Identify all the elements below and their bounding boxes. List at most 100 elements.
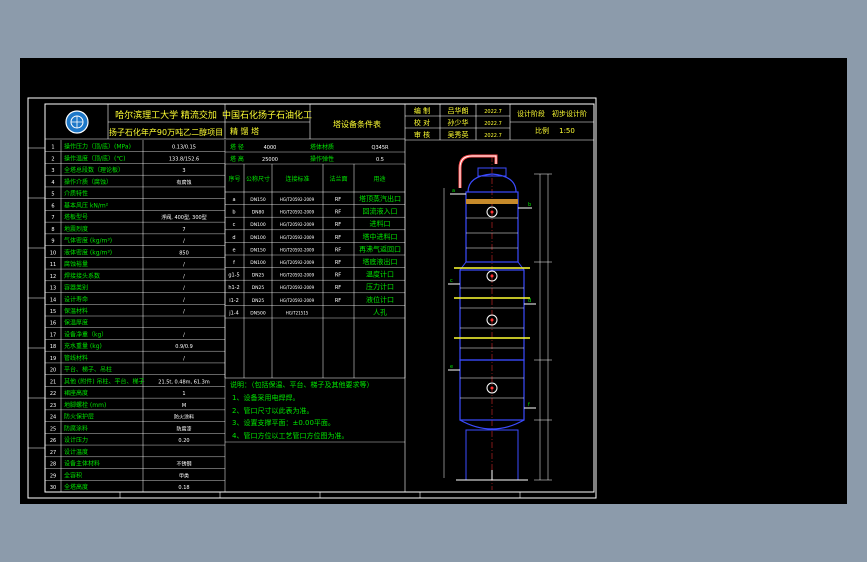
data-table-row: 13 容器类别 / (50, 284, 185, 292)
nozzle-use: 再沸气返回口 (359, 244, 401, 253)
nozzle-standard: HG/T20592-2009 (280, 298, 315, 303)
row-label: 防腐涂料 (64, 424, 88, 432)
nozzle-standard: HG/T20592-2009 (280, 260, 315, 265)
row-label: 操作压力（顶/底）(MPa) (64, 143, 131, 151)
note-item: 4、管口方位以工艺管口方位图为准。 (232, 431, 348, 440)
nozzle-size: DN100 (250, 235, 266, 241)
row-label: 介质特性 (64, 190, 88, 198)
data-table-row: 10 液体密度 (kg/m³) 850 (50, 248, 189, 256)
row-value: 1 (182, 391, 185, 397)
row-value: 浮阀, 400型, 300型 (161, 214, 206, 221)
data-table-row: 4 操作介质（腐蚀） 有腐蚀 (51, 178, 191, 186)
note-item: 2、管口尺寸以此表为准。 (232, 406, 313, 415)
data-table-row: 18 充水重量 (kg) 0.9/0.9 (50, 342, 193, 350)
row-value: 133.8/152.6 (169, 156, 199, 162)
row-value: / (183, 239, 185, 245)
row-number: 1 (51, 145, 54, 151)
row-value: 7 (182, 227, 185, 233)
row-number: 20 (50, 368, 56, 374)
tower-nozzle-label: a (452, 188, 455, 194)
project-name: 扬子石化年产90万吨乙二醇项目 (109, 127, 223, 137)
spec-label: 塔 高 (230, 155, 244, 163)
nozzle-face: RF (335, 298, 341, 304)
nozzle-face: RF (335, 222, 341, 228)
sheet-title: 塔设备条件表 (333, 119, 381, 129)
row-label: 保温厚度 (64, 319, 88, 327)
data-table-row: 21 其他 (附件) 吊柱、平台、梯子 21.5t, 0.48m, 61.3m (50, 377, 210, 385)
row-number: 3 (51, 168, 54, 174)
row-label: 地震烈度 (64, 225, 88, 233)
nozzle-row: f DN100 HG/T20592-2009 RF 塔底液出口 (233, 257, 397, 266)
data-table-row: 22 裙座高度 1 (50, 389, 186, 397)
signoff-name: 吴秀英 (448, 130, 469, 139)
nozzle-standard: HG/T20592-2009 (280, 210, 315, 215)
row-value: 0.13/0.15 (172, 145, 196, 151)
spec-value: 25000 (262, 157, 278, 163)
row-label: 操作温度（顶/底）(℃) (64, 154, 125, 162)
nozzle-id: j1-4 (228, 310, 239, 316)
signoff-block: 编 制 吕华朗 2022.7 校 对 孙少华 2022.7 审 核 吴秀英 20… (414, 106, 502, 139)
nozzle-id: f (233, 260, 235, 266)
nozzle-row: g1-5 DN25 HG/T20592-2009 RF 温度计口 (228, 270, 394, 279)
row-number: 30 (50, 485, 56, 491)
nozzle-face: RF (335, 210, 341, 216)
row-label: 气体密度 (kg/m³) (64, 237, 112, 245)
row-value: 防火涂料 (174, 414, 194, 421)
column-header: 连接标准 (285, 175, 309, 183)
row-label: 管线材料 (64, 354, 88, 362)
nozzle-use: 压力计口 (366, 282, 394, 291)
row-number: 14 (50, 297, 56, 303)
tower-nozzle-label: b (528, 202, 531, 208)
row-value: 防腐漆 (176, 425, 191, 432)
row-number: 2 (51, 156, 54, 162)
nozzle-id: e (232, 247, 235, 253)
row-label: 全容积 (64, 471, 82, 479)
tower-nozzle-label: c (450, 278, 453, 284)
university-logo (65, 110, 89, 134)
signoff-date: 2022.7 (484, 133, 502, 139)
data-table-row: 6 基本风压 kN/m² (51, 201, 108, 209)
signoff-name: 孙少华 (448, 118, 469, 127)
cad-drawing-canvas[interactable]: 哈尔滨理工大学 精流交加 扬子石化年产90万吨乙二醇项目 中国石化扬子石油化工 … (20, 58, 847, 504)
signoff-role: 审 核 (414, 130, 430, 139)
nozzle-standard: HG/T20592-2009 (280, 235, 315, 240)
row-number: 28 (50, 462, 56, 468)
company-name: 中国石化扬子石油化工 (222, 109, 312, 121)
nozzle-standard: HG/T20592-2009 (280, 273, 315, 278)
row-value: 不锈钢 (176, 461, 191, 468)
column-header: 序号 (228, 175, 240, 183)
nozzle-standard: HG/T20592-2009 (280, 197, 315, 202)
nozzle-use: 进料口 (370, 219, 391, 228)
row-value: M (182, 403, 186, 409)
nozzle-size: DN80 (252, 210, 265, 216)
data-table-row: 11 腐蚀裕量 / (50, 260, 185, 268)
row-value: 有腐蚀 (176, 179, 191, 186)
row-number: 17 (50, 332, 56, 338)
row-number: 21 (50, 379, 56, 385)
data-table-row: 16 保温厚度 (50, 319, 88, 327)
nozzle-id: c (233, 222, 236, 228)
row-number: 4 (51, 180, 54, 186)
row-label: 设计温度 (64, 448, 88, 456)
design-stage: 设计阶段 初步设计阶 (517, 109, 587, 118)
nozzle-face: RF (335, 285, 341, 291)
process-data-table: 1 操作压力（顶/底）(MPa) 0.13/0.152 操作温度（顶/底）(℃) 133… (45, 140, 226, 493)
nozzle-id: i1-2 (229, 298, 239, 304)
nozzle-size: DN100 (250, 260, 266, 266)
university-name: 哈尔滨理工大学 精流交加 (115, 109, 217, 121)
nozzle-face: RF (335, 197, 341, 203)
nozzle-use: 塔中进料口 (363, 232, 398, 241)
row-number: 11 (50, 262, 56, 268)
column-header: 公称尺寸 (246, 175, 270, 183)
data-table-row: 7 塔板型号 浮阀, 400型, 300型 (51, 213, 206, 221)
data-table-row: 30 全塔高度 0.18 (50, 483, 190, 491)
row-number: 5 (51, 192, 54, 198)
data-table-row: 28 设备主体材料 不锈钢 (50, 460, 192, 468)
scale-value: 1:50 (559, 127, 575, 135)
data-table-row: 17 设备净重（kg） / (50, 330, 185, 338)
row-label: 裙座高度 (64, 389, 88, 397)
row-label: 设备净重（kg） (64, 330, 107, 338)
row-number: 9 (51, 239, 54, 245)
signoff-role: 校 对 (414, 118, 430, 127)
data-table-row: 27 设计温度 (50, 448, 88, 456)
